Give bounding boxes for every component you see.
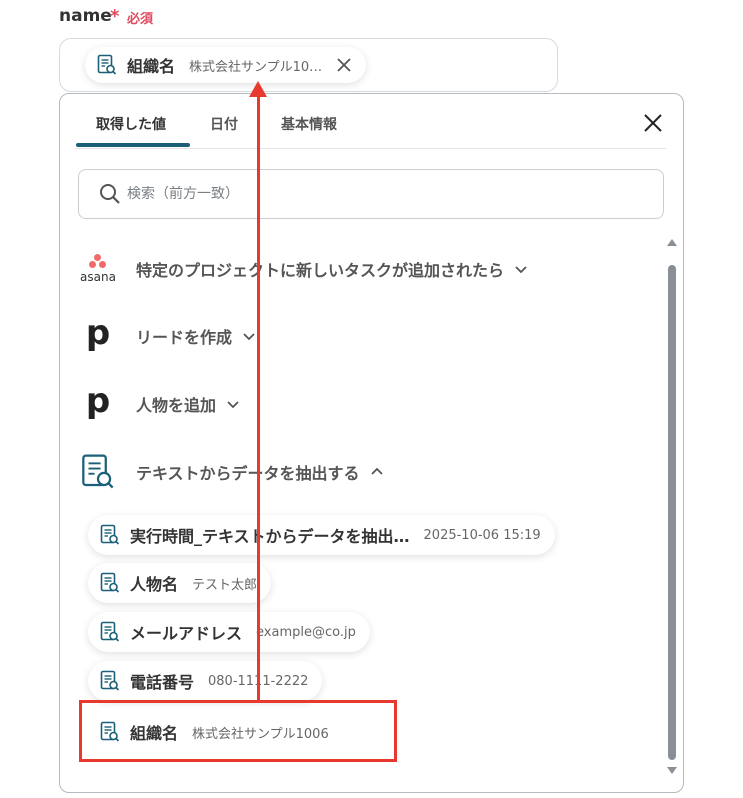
value-item-title: 実行時間_テキストからデータを抽出… bbox=[130, 527, 410, 546]
value-item[interactable]: 人物名 テスト太郎 bbox=[88, 563, 272, 603]
scrollbar-thumb[interactable] bbox=[668, 265, 676, 760]
value-item[interactable]: 電話番号 080-1111-2222 bbox=[88, 661, 323, 701]
value-item-value: 2025-10-06 15:19 bbox=[423, 527, 541, 543]
panel-close-icon[interactable] bbox=[642, 112, 664, 134]
asana-logo-text: asana bbox=[80, 270, 116, 284]
pipedrive-logo-text: p bbox=[85, 381, 111, 421]
search-box[interactable] bbox=[78, 169, 664, 219]
section-add-person[interactable]: p 人物を追加 bbox=[60, 384, 240, 424]
chevron-down-icon bbox=[243, 333, 255, 341]
section-create-lead[interactable]: p リードを作成 bbox=[60, 316, 256, 356]
section-label: 特定のプロジェクトに新しいタスクが追加されたら bbox=[136, 261, 505, 280]
tab-date[interactable]: 日付 bbox=[210, 114, 238, 134]
chevron-down-icon bbox=[227, 401, 239, 409]
value-item[interactable]: メールアドレス example@co.jp bbox=[88, 612, 370, 652]
value-item-title: 電話番号 bbox=[130, 673, 195, 692]
value-item-title: メールアドレス bbox=[130, 624, 243, 643]
section-asana-trigger[interactable]: asana 特定のプロジェクトに新しいタスクが追加されたら bbox=[60, 249, 528, 289]
field-label: name bbox=[59, 6, 112, 26]
scroll-up-arrow-icon[interactable] bbox=[667, 239, 677, 246]
required-text: 必須 bbox=[127, 12, 154, 27]
close-icon[interactable] bbox=[336, 57, 352, 73]
value-item-value: テスト太郎 bbox=[192, 577, 258, 593]
selected-value-chip[interactable]: 組織名 株式会社サンプル10… bbox=[85, 47, 367, 83]
section-label: 人物を追加 bbox=[136, 396, 217, 415]
annotation-arrow-line bbox=[257, 92, 260, 702]
tab-acquired-values[interactable]: 取得した値 bbox=[96, 114, 166, 134]
value-item[interactable]: 実行時間_テキストからデータを抽出… 2025-10-06 15:19 bbox=[88, 515, 555, 555]
required-mark: * bbox=[110, 6, 120, 27]
scroll-down-arrow-icon[interactable] bbox=[667, 767, 677, 774]
asana-logo: asana bbox=[78, 249, 118, 289]
document-search-icon bbox=[100, 670, 120, 691]
document-search-icon bbox=[100, 524, 120, 545]
tab-basic-info[interactable]: 基本情報 bbox=[281, 114, 337, 134]
value-item-value: example@co.jp bbox=[256, 624, 356, 640]
value-item-title: 人物名 bbox=[130, 575, 179, 594]
section-label: テキストからデータを抽出する bbox=[136, 464, 360, 483]
chevron-down-icon bbox=[515, 266, 527, 274]
pipedrive-logo-text: p bbox=[85, 313, 111, 353]
annotation-arrow-head-icon bbox=[249, 81, 267, 97]
chevron-up-icon bbox=[370, 467, 383, 475]
active-tab-indicator bbox=[76, 143, 190, 147]
pipedrive-logo: p bbox=[78, 384, 118, 424]
section-label: リードを作成 bbox=[136, 328, 233, 347]
search-input[interactable] bbox=[127, 186, 647, 202]
chip-value: 株式会社サンプル10… bbox=[189, 59, 323, 75]
search-icon bbox=[100, 184, 120, 204]
document-search-icon bbox=[100, 572, 120, 593]
document-search-icon bbox=[100, 621, 120, 642]
name-input[interactable]: 組織名 株式会社サンプル10… bbox=[59, 38, 558, 92]
document-search-icon bbox=[97, 54, 117, 75]
annotation-highlight-box bbox=[79, 700, 397, 762]
section-extract-data[interactable]: テキストからデータを抽出する bbox=[60, 452, 384, 492]
document-search-icon bbox=[78, 452, 118, 492]
value-picker-panel: 取得した値 日付 基本情報 asana 特定のプロジェクトに新しいタスクが追加さ… bbox=[59, 93, 684, 793]
tab-divider bbox=[76, 148, 666, 149]
scrollbar[interactable] bbox=[665, 239, 677, 779]
chip-title: 組織名 bbox=[127, 57, 176, 76]
pipedrive-logo: p bbox=[78, 316, 118, 356]
